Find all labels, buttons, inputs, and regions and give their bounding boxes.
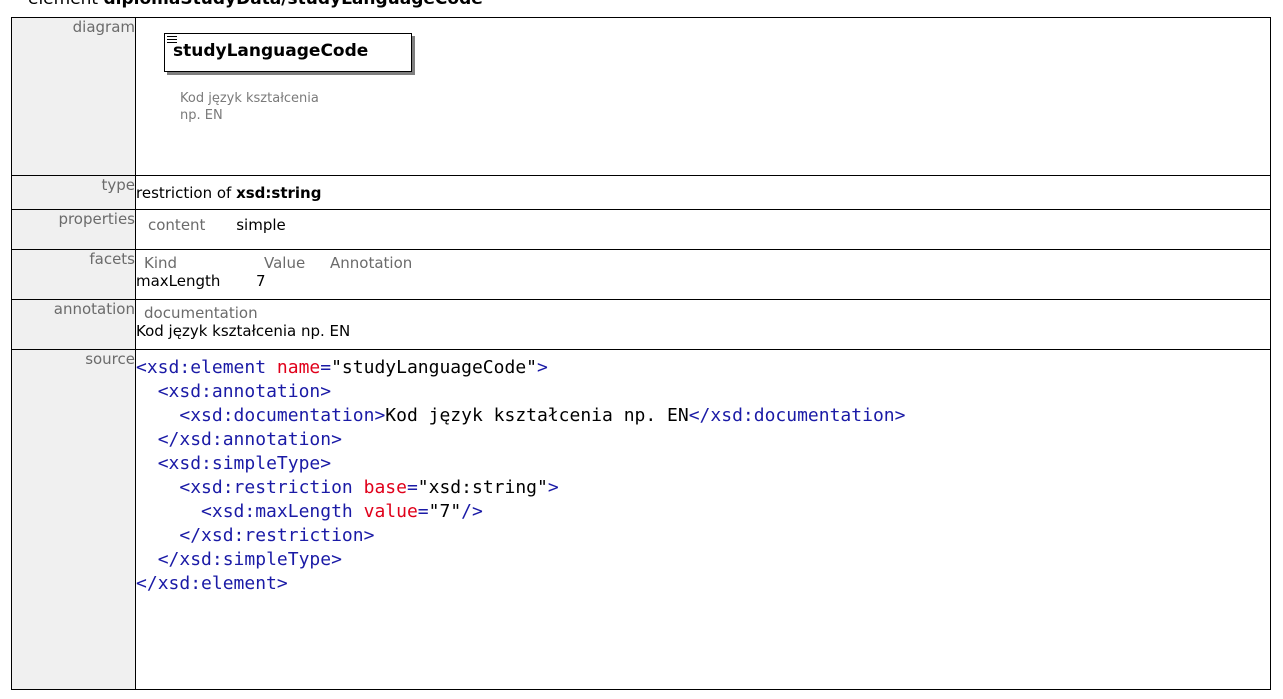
xml-open: < (136, 357, 147, 378)
xml-close: /> (461, 501, 483, 522)
properties-value: content simple (135, 209, 1271, 250)
xml-source-line: <xsd:documentation>Kod język kształcenia… (136, 404, 1270, 428)
xml-indent (136, 381, 158, 402)
xml-source-code: <xsd:element name="studyLanguageCode"> <… (136, 350, 1270, 596)
xml-eq: = (320, 357, 332, 378)
diagram-element-box: studyLanguageCode (164, 33, 412, 72)
xml-source-line: <xsd:element name="studyLanguageCode"> (136, 356, 1270, 380)
xml-tag: xsd:restriction (201, 525, 364, 546)
xml-close: > (331, 549, 342, 570)
xml-indent (136, 453, 158, 474)
xml-close: > (374, 405, 386, 426)
type-value: restriction of xsd:string (135, 175, 1271, 210)
xml-attr: value (352, 501, 418, 522)
xml-close: > (537, 357, 548, 378)
label-diagram: diagram (11, 17, 136, 176)
facet-value: 7 (256, 272, 266, 290)
xml-open: < (201, 501, 212, 522)
xml-open: < (179, 405, 191, 426)
xml-close: > (363, 525, 375, 546)
xml-close: > (547, 477, 559, 498)
xml-close: > (320, 453, 332, 474)
row-properties: properties content simple (11, 209, 1271, 250)
annotation-header: documentation (144, 304, 258, 322)
xml-open: < (157, 453, 169, 474)
facets-value: Kind Value Annotation maxLength 7 (135, 249, 1271, 300)
xml-indent (136, 525, 179, 546)
properties-key: content (148, 216, 206, 234)
row-type: type restriction of xsd:string (11, 175, 1271, 210)
xml-close: > (276, 573, 288, 594)
annotation-value: documentation Kod język kształcenia np. … (135, 299, 1271, 350)
xml-indent (136, 501, 201, 522)
xml-close: > (331, 429, 342, 450)
xml-open: < (179, 477, 191, 498)
xml-indent (136, 549, 158, 570)
xml-tag: xsd:annotation (179, 429, 332, 450)
xml-tag: xsd:simpleType (179, 549, 332, 570)
xml-attr: name (266, 357, 321, 378)
label-facets: facets (11, 249, 136, 300)
xml-tag: xsd:restriction (190, 477, 353, 498)
xml-source-line: <xsd:restriction base="xsd:string"> (136, 476, 1270, 500)
source-cell: <xsd:element name="studyLanguageCode"> <… (135, 349, 1271, 690)
xml-tag: xsd:maxLength (211, 501, 353, 522)
xml-open: </ (157, 549, 180, 570)
xml-tag: xsd:documentation (190, 405, 375, 426)
xml-source-line: <xsd:maxLength value="7"/> (136, 500, 1270, 524)
facets-header-annotation: Annotation (330, 254, 413, 272)
xml-source-line: <xsd:simpleType> (136, 452, 1270, 476)
row-source: source <xsd:element name="studyLanguageC… (11, 349, 1271, 690)
label-source: source (11, 349, 136, 690)
row-facets: facets Kind Value Annotation maxLength 7 (11, 249, 1271, 300)
xml-source-line: <xsd:annotation> (136, 380, 1270, 404)
xml-eq: = (406, 477, 418, 498)
xml-val: "7" (428, 501, 462, 522)
facets-row: maxLength 7 (136, 272, 1270, 290)
heading-path: diplomaStudyData/studyLanguageCode (104, 0, 483, 9)
diagram-element-name: studyLanguageCode (173, 41, 369, 61)
xml-close: > (320, 381, 332, 402)
xml-source-line: </xsd:element> (136, 572, 1270, 596)
xml-tag: xsd:annotation (168, 381, 321, 402)
xml-eq: = (417, 501, 429, 522)
heading-prefix: element (28, 0, 104, 9)
properties-val: simple (236, 216, 286, 234)
type-prefix: restriction of (136, 184, 237, 202)
label-properties: properties (11, 209, 136, 250)
xml-source-line: </xsd:annotation> (136, 428, 1270, 452)
label-type: type (11, 175, 136, 210)
row-annotation: annotation documentation Kod język kszta… (11, 299, 1271, 350)
xml-open: </ (136, 573, 158, 594)
label-annotation: annotation (11, 299, 136, 350)
xml-indent (136, 405, 179, 426)
xml-tag: xsd:element (146, 357, 267, 378)
xml-val: "studyLanguageCode" (331, 357, 537, 378)
xml-attr: base (352, 477, 407, 498)
facets-header-value: Value (264, 254, 306, 272)
xml-tag: xsd:simpleType (168, 453, 321, 474)
xml-open: < (157, 381, 169, 402)
xml-indent (136, 429, 158, 450)
type-base: xsd:string (236, 184, 322, 202)
facets-header-kind: Kind (144, 254, 178, 272)
annotation-text: Kod język kształcenia np. EN (136, 322, 351, 340)
facet-kind: maxLength (136, 272, 221, 290)
page-heading: element diplomaStudyData/studyLanguageCo… (28, 0, 483, 9)
xml-tag: xsd:element (157, 573, 277, 594)
xml-val: "xsd:string" (417, 477, 548, 498)
xml-etag: </xsd:documentation> (688, 405, 906, 426)
xml-text: Kod język kształcenia np. EN (385, 405, 689, 426)
xml-source-line: </xsd:restriction> (136, 524, 1270, 548)
diagram-note: Kod język kształcenia np. EN (180, 91, 319, 123)
xml-open: </ (179, 525, 202, 546)
xml-source-line: </xsd:simpleType> (136, 548, 1270, 572)
xml-open: </ (157, 429, 180, 450)
facets-header: Kind Value Annotation (136, 254, 1270, 272)
xml-indent (136, 477, 179, 498)
